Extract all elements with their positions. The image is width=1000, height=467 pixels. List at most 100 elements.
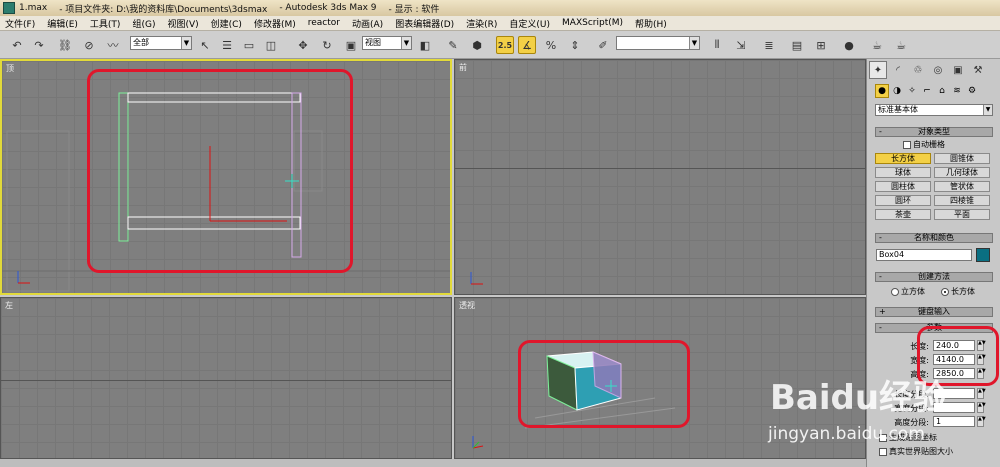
radio-off — [891, 287, 899, 296]
geosphere-button[interactable]: 几何球体 — [934, 167, 990, 178]
creation-method-rollout[interactable]: - 创建方法 — [875, 272, 993, 282]
menu-reactor[interactable]: reactor — [308, 18, 340, 28]
schematic-view-icon[interactable]: ⊞ — [812, 36, 830, 54]
collapse-icon: - — [879, 323, 882, 332]
cube-label: 立方体 — [901, 287, 925, 296]
viewport-front-label[interactable]: 前 — [459, 62, 467, 73]
systems-icon[interactable]: ⚙ — [965, 84, 979, 98]
select-object-icon[interactable]: ↖ — [196, 36, 214, 54]
teapot-button[interactable]: 茶壶 — [875, 209, 931, 220]
geometry-icon[interactable]: ● — [875, 84, 889, 98]
cube-radio[interactable]: 立方体 — [891, 287, 925, 297]
plane-button[interactable]: 平面 — [934, 209, 990, 220]
rotate-icon[interactable]: ↻ — [318, 36, 336, 54]
unlink-icon[interactable]: ⊘ — [80, 36, 98, 54]
curve-editor-icon[interactable]: ▤ — [788, 36, 806, 54]
angle-snap-button[interactable]: ∡ — [518, 36, 536, 54]
menu-maxscript[interactable]: MAXScript(M) — [562, 18, 623, 28]
viewport-front[interactable]: 前 — [454, 59, 866, 295]
box-radio[interactable]: 长方体 — [941, 287, 975, 297]
ground-line — [455, 168, 865, 169]
collapse-icon: - — [879, 272, 882, 281]
reference-coord-dropdown[interactable]: 视图 ▼ — [362, 36, 412, 50]
autogrid-label: 自动栅格 — [913, 140, 945, 149]
menu-file[interactable]: 文件(F) — [5, 17, 35, 30]
layer-manager-icon[interactable]: ≣ — [760, 36, 778, 54]
cone-button[interactable]: 圆锥体 — [934, 153, 990, 164]
named-selection-dropdown[interactable]: ▼ — [616, 36, 700, 50]
app-icon — [3, 2, 15, 14]
redo-icon[interactable]: ↷ — [30, 36, 48, 54]
cameras-icon[interactable]: ⌐ — [920, 84, 934, 98]
scale-icon[interactable]: ▣ — [342, 36, 360, 54]
expand-icon: + — [879, 307, 886, 316]
pivot-center-icon[interactable]: ◧ — [416, 36, 434, 54]
title-bar: 1.max - 项目文件夹: D:\我的资料库\Documents\3dsmax… — [0, 0, 1000, 16]
edit-named-selection-icon[interactable]: ✐ — [594, 36, 612, 54]
pyramid-button[interactable]: 四棱锥 — [934, 195, 990, 206]
create-tab-icon[interactable]: ✦ — [869, 61, 887, 79]
utilities-tab-icon[interactable]: ⚒ — [969, 61, 987, 79]
lights-icon[interactable]: ✧ — [905, 84, 919, 98]
display-tab-icon[interactable]: ▣ — [949, 61, 967, 79]
helpers-icon[interactable]: ⌂ — [935, 84, 949, 98]
create-category-icons: ● ◑ ✧ ⌐ ⌂ ≋ ⚙ — [875, 84, 980, 98]
menu-animation[interactable]: 动画(A) — [352, 17, 383, 30]
object-type-rollout[interactable]: - 对象类型 — [875, 127, 993, 137]
rectangular-selection-icon[interactable]: ▭ — [240, 36, 258, 54]
tube-button[interactable]: 管状体 — [934, 181, 990, 192]
object-color-swatch[interactable] — [976, 248, 990, 262]
menu-create[interactable]: 创建(C) — [211, 17, 242, 30]
menu-edit[interactable]: 编辑(E) — [47, 17, 78, 30]
menu-rendering[interactable]: 渲染(R) — [466, 17, 497, 30]
mirror-icon[interactable]: ⫴ — [708, 36, 726, 54]
modify-tab-icon[interactable]: ◜ — [889, 61, 907, 79]
name-color-rollout[interactable]: - 名称和颜色 — [875, 233, 993, 243]
menu-tools[interactable]: 工具(T) — [90, 17, 121, 30]
space-warps-icon[interactable]: ≋ — [950, 84, 964, 98]
select-manipulate-icon[interactable]: ✎ — [444, 36, 462, 54]
spinner-icon[interactable]: ▲▼ — [977, 402, 986, 413]
snaps-toggle-button[interactable]: 2.5 — [496, 36, 514, 54]
menu-help[interactable]: 帮助(H) — [635, 17, 667, 30]
viewport-left[interactable]: 左 — [0, 297, 452, 459]
window-crossing-icon[interactable]: ◫ — [262, 36, 280, 54]
select-by-name-icon[interactable]: ☰ — [218, 36, 236, 54]
menu-graph-editors[interactable]: 图表编辑器(D) — [395, 17, 454, 30]
motion-tab-icon[interactable]: ◎ — [929, 61, 947, 79]
cylinder-button[interactable]: 圆柱体 — [875, 181, 931, 192]
keyboard-shortcut-icon[interactable]: ⬢ — [468, 36, 486, 54]
menu-views[interactable]: 视图(V) — [167, 17, 198, 30]
viewport-top[interactable]: 顶 — [0, 59, 452, 295]
autogrid-checkbox[interactable]: 自动栅格 — [903, 140, 945, 150]
box-label: 长方体 — [951, 287, 975, 296]
percent-snap-icon[interactable]: % — [542, 36, 560, 54]
bind-space-warp-icon[interactable]: 〰 — [104, 36, 122, 54]
box-button[interactable]: 长方体 — [875, 153, 931, 164]
shapes-icon[interactable]: ◑ — [890, 84, 904, 98]
render-scene-icon[interactable]: ☕ — [868, 36, 886, 54]
material-editor-icon[interactable]: ● — [840, 36, 858, 54]
menu-modifiers[interactable]: 修改器(M) — [254, 17, 296, 30]
keyboard-entry-rollout[interactable]: + 键盘输入 — [875, 307, 993, 317]
object-name-input[interactable]: Box04 — [876, 249, 972, 261]
move-icon[interactable]: ✥ — [294, 36, 312, 54]
menu-group[interactable]: 组(G) — [132, 17, 155, 30]
spinner-icon[interactable]: ▲▼ — [977, 388, 986, 399]
viewport-left-label[interactable]: 左 — [5, 300, 13, 311]
spinner-icon[interactable]: ▲▼ — [977, 416, 986, 427]
checkbox-box — [879, 447, 887, 456]
spinner-snap-icon[interactable]: ⇕ — [566, 36, 584, 54]
hierarchy-tab-icon[interactable]: ♲ — [909, 61, 927, 79]
selection-filter-dropdown[interactable]: 全部 ▼ — [130, 36, 192, 50]
select-and-link-icon[interactable]: ⛓ — [56, 36, 74, 54]
undo-icon[interactable]: ↶ — [8, 36, 26, 54]
real-world-checkbox[interactable]: 真实世界贴图大小 — [879, 447, 953, 457]
align-icon[interactable]: ⇲ — [732, 36, 750, 54]
collapse-icon: - — [879, 127, 882, 136]
geometry-category-dropdown[interactable]: 标准基本体 ▼ — [875, 104, 993, 116]
menu-customize[interactable]: 自定义(U) — [509, 17, 550, 30]
quick-render-icon[interactable]: ☕ — [892, 36, 910, 54]
sphere-button[interactable]: 球体 — [875, 167, 931, 178]
torus-button[interactable]: 圆环 — [875, 195, 931, 206]
